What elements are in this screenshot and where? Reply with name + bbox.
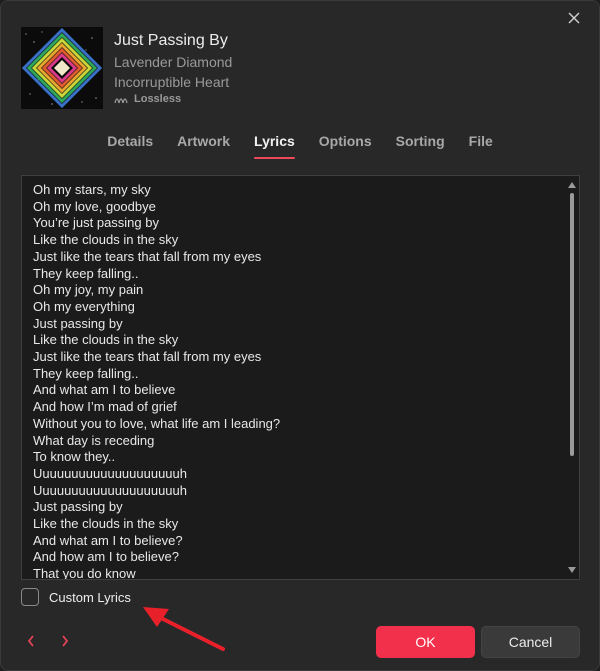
lyrics-line: Oh my everything	[33, 298, 135, 314]
quality-label: Lossless	[134, 93, 182, 105]
track-artist: Lavender Diamond	[114, 54, 233, 70]
lyrics-line: That you do know	[33, 566, 136, 580]
lyrics-textarea[interactable]: Oh my stars, my sky Oh my love, goodbye …	[21, 175, 580, 580]
next-track-button[interactable]	[57, 631, 73, 651]
lyrics-line: They keep falling..	[33, 365, 139, 381]
track-info: Just Passing By Lavender Diamond Incorru…	[114, 30, 232, 105]
tab-lyrics[interactable]: Lyrics	[254, 131, 295, 159]
lyrics-line: Just like the tears that fall from my ey…	[33, 349, 262, 365]
lyrics-line: Just passing by	[33, 315, 123, 331]
lyrics-line: Just like the tears that fall from my ey…	[33, 248, 262, 264]
lyrics-line: To know they..	[33, 449, 116, 465]
track-album: Incorruptible Heart	[114, 74, 230, 90]
lyrics-line: And what am I to believe?	[33, 532, 183, 548]
tab-file[interactable]: File	[469, 131, 493, 159]
scroll-up-icon[interactable]	[568, 182, 576, 188]
previous-track-button[interactable]	[23, 631, 39, 651]
lyrics-line: Oh my joy, my pain	[33, 282, 144, 298]
scroll-down-icon[interactable]	[568, 567, 576, 573]
chevron-right-icon	[62, 635, 69, 647]
lyrics-line: Like the clouds in the sky	[33, 332, 179, 348]
custom-lyrics-toggle[interactable]: Custom Lyrics	[21, 588, 131, 606]
scroll-thumb[interactable]	[570, 193, 574, 456]
lyrics-line: Without you to love, what life am I lead…	[33, 415, 281, 431]
album-artwork	[21, 27, 103, 109]
tab-details[interactable]: Details	[107, 131, 153, 159]
lyrics-line: You’re just passing by	[33, 215, 159, 231]
tab-bar: Details Artwork Lyrics Options Sorting F…	[1, 131, 599, 159]
lyrics-line: What day is receding	[33, 432, 155, 448]
lossless-waveform-icon	[114, 98, 128, 104]
lyrics-line: And what am I to believe	[33, 382, 176, 398]
custom-lyrics-checkbox[interactable]	[21, 588, 39, 606]
lyrics-line: Like the clouds in the sky	[33, 232, 179, 248]
lyrics-line: Oh my love, goodbye	[33, 198, 156, 214]
tab-sorting[interactable]: Sorting	[396, 131, 445, 159]
chevron-left-icon	[27, 635, 34, 647]
lyrics-line: Just passing by	[33, 499, 123, 515]
lyrics-line: Uuuuuuuuuuuuuuuuuuuuh	[33, 465, 187, 481]
tab-options[interactable]: Options	[319, 131, 372, 159]
quality-badge: Lossless	[114, 93, 232, 105]
song-info-dialog: Just Passing By Lavender Diamond Incorru…	[0, 0, 600, 671]
lyrics-line: They keep falling..	[33, 265, 139, 281]
custom-lyrics-label: Custom Lyrics	[49, 589, 131, 605]
tab-artwork[interactable]: Artwork	[177, 131, 230, 159]
close-button[interactable]	[565, 9, 583, 27]
lyrics-line: Like the clouds in the sky	[33, 516, 179, 532]
lyrics-line: And how I’m mad of grief	[33, 399, 177, 415]
close-icon	[568, 12, 580, 24]
lyrics-line: Oh my stars, my sky	[33, 182, 151, 197]
lyrics-content: Oh my stars, my sky Oh my love, goodbye …	[33, 182, 559, 580]
track-title: Just Passing By	[114, 32, 228, 49]
ok-button[interactable]: OK	[376, 626, 475, 658]
annotation-arrow-icon	[143, 607, 225, 651]
cancel-button[interactable]: Cancel	[481, 626, 580, 658]
lyrics-scrollbar[interactable]	[565, 176, 579, 579]
track-header: Just Passing By Lavender Diamond Incorru…	[21, 27, 232, 109]
lyrics-line: Uuuuuuuuuuuuuuuuuuuuh	[33, 482, 187, 498]
lyrics-line: And how am I to believe?	[33, 549, 179, 565]
